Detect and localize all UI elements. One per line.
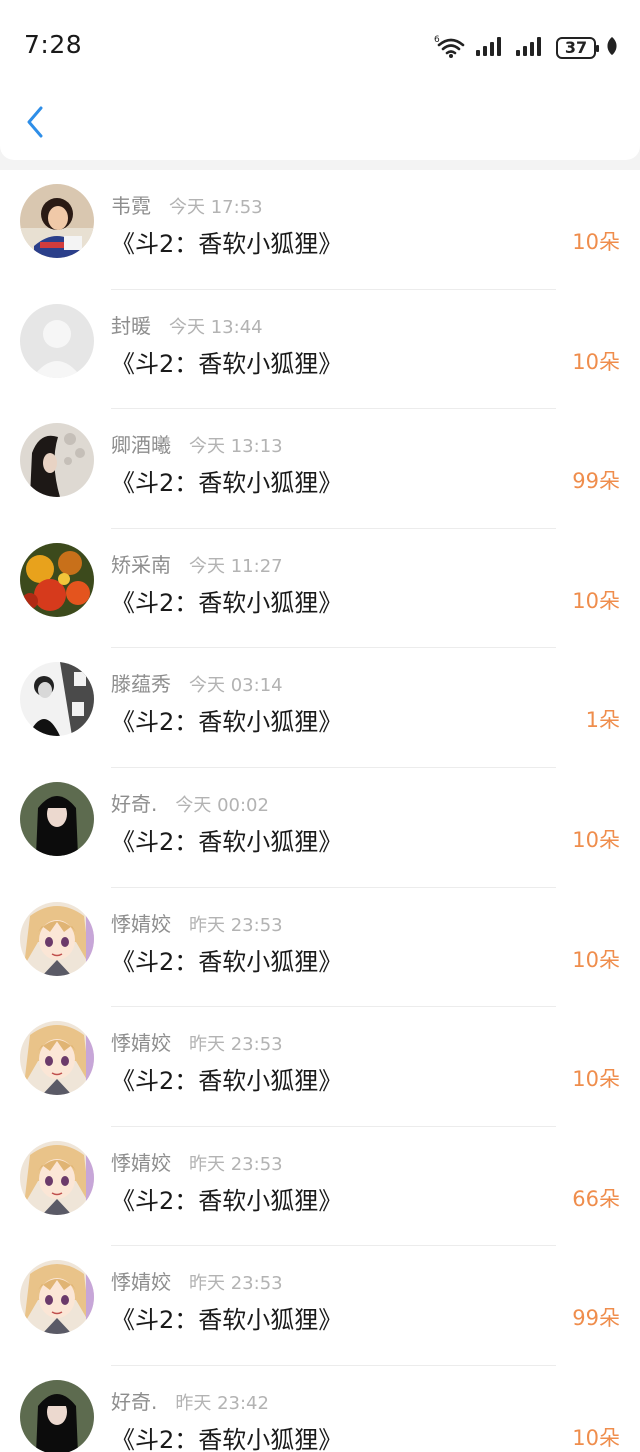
list-item[interactable]: 封暖 今天 13:44 《斗2：香软小狐狸》 10朵 bbox=[0, 290, 640, 410]
name-line: 韦霓 今天 17:53 bbox=[111, 190, 263, 219]
item-title: 《斗2：香软小狐狸》 bbox=[111, 947, 343, 976]
item-title: 《斗2：香软小狐狸》 bbox=[111, 588, 343, 617]
flower-amount: 10朵 bbox=[572, 1067, 620, 1092]
flower-amount: 99朵 bbox=[572, 469, 620, 494]
screen: 7:28 6 37 韦霓 今天 17:53 《斗2：香软小狐狸》 10朵 封暖 … bbox=[0, 0, 640, 1452]
avatar[interactable] bbox=[20, 662, 94, 737]
name-line: 好奇. 今天 00:02 bbox=[111, 788, 269, 817]
back-button[interactable] bbox=[20, 104, 50, 144]
avatar[interactable] bbox=[20, 781, 94, 856]
list-item[interactable]: 悸婧姣 昨天 23:53 《斗2：香软小狐狸》 66朵 bbox=[0, 1127, 640, 1247]
user-name[interactable]: 悸婧姣 bbox=[111, 1147, 171, 1176]
name-line: 矫采南 今天 11:27 bbox=[111, 549, 283, 578]
flower-amount: 66朵 bbox=[572, 1186, 620, 1211]
avatar[interactable] bbox=[20, 901, 94, 976]
list-item[interactable]: 悸婧姣 昨天 23:53 《斗2：香软小狐狸》 99朵 bbox=[0, 1246, 640, 1366]
name-line: 滕蕴秀 今天 03:14 bbox=[111, 668, 283, 697]
item-title: 《斗2：香软小狐狸》 bbox=[111, 1306, 343, 1335]
chevron-left-icon bbox=[25, 105, 45, 143]
timestamp: 今天 13:13 bbox=[189, 436, 283, 458]
name-line: 封暖 今天 13:44 bbox=[111, 310, 263, 339]
name-line: 悸婧姣 昨天 23:53 bbox=[111, 1147, 283, 1176]
item-title: 《斗2：香软小狐狸》 bbox=[111, 827, 343, 856]
item-title: 《斗2：香软小狐狸》 bbox=[111, 230, 343, 258]
item-title: 《斗2：香软小狐狸》 bbox=[111, 349, 343, 378]
item-title: 《斗2：香软小狐狸》 bbox=[111, 1425, 343, 1452]
flower-amount: 10朵 bbox=[572, 588, 620, 613]
timestamp: 昨天 23:42 bbox=[175, 1392, 269, 1414]
user-name[interactable]: 悸婧姣 bbox=[111, 908, 171, 937]
user-name[interactable]: 封暖 bbox=[111, 310, 151, 339]
user-name[interactable]: 韦霓 bbox=[111, 190, 151, 219]
top-header: 7:28 6 37 bbox=[0, 0, 640, 160]
flower-amount: 10朵 bbox=[572, 947, 620, 972]
status-icons: 6 37 bbox=[434, 34, 618, 62]
battery-icon: 37 bbox=[556, 37, 599, 59]
avatar[interactable] bbox=[20, 423, 94, 498]
timestamp: 今天 03:14 bbox=[189, 675, 283, 697]
avatar[interactable] bbox=[20, 184, 94, 258]
list-item[interactable]: 悸婧姣 昨天 23:53 《斗2：香软小狐狸》 10朵 bbox=[0, 1007, 640, 1127]
leaf-icon bbox=[606, 36, 618, 60]
name-line: 悸婧姣 昨天 23:53 bbox=[111, 1266, 283, 1295]
list-item[interactable]: 悸婧姣 昨天 23:53 《斗2：香软小狐狸》 10朵 bbox=[0, 888, 640, 1008]
avatar[interactable] bbox=[20, 1021, 94, 1096]
list-item[interactable]: 好奇. 今天 00:02 《斗2：香软小狐狸》 10朵 bbox=[0, 768, 640, 888]
list-item[interactable]: 好奇. 昨天 23:42 《斗2：香软小狐狸》 10朵 bbox=[0, 1366, 640, 1452]
flower-amount: 10朵 bbox=[572, 349, 620, 374]
item-title: 《斗2：香软小狐狸》 bbox=[111, 1186, 343, 1215]
user-name[interactable]: 好奇. bbox=[111, 1386, 157, 1415]
list-item[interactable]: 矫采南 今天 11:27 《斗2：香软小狐狸》 10朵 bbox=[0, 529, 640, 649]
user-name[interactable]: 矫采南 bbox=[111, 549, 171, 578]
gift-record-list: 韦霓 今天 17:53 《斗2：香软小狐狸》 10朵 封暖 今天 13:44 《斗2：香软小… bbox=[0, 170, 640, 1452]
item-title: 《斗2：香软小狐狸》 bbox=[111, 1067, 343, 1096]
list-item[interactable]: 卿酒曦 今天 13:13 《斗2：香软小狐狸》 99朵 bbox=[0, 409, 640, 529]
timestamp: 昨天 23:53 bbox=[189, 1034, 283, 1056]
user-name[interactable]: 卿酒曦 bbox=[111, 429, 171, 458]
flower-amount: 10朵 bbox=[572, 1425, 620, 1450]
avatar[interactable] bbox=[20, 542, 94, 617]
timestamp: 昨天 23:53 bbox=[189, 1273, 283, 1295]
name-line: 卿酒曦 今天 13:13 bbox=[111, 429, 283, 458]
wifi-6-icon: 6 bbox=[434, 33, 466, 63]
list-item[interactable]: 滕蕴秀 今天 03:14 《斗2：香软小狐狸》 1朵 bbox=[0, 648, 640, 768]
avatar[interactable] bbox=[20, 1140, 94, 1215]
flower-amount: 10朵 bbox=[572, 827, 620, 852]
user-name[interactable]: 滕蕴秀 bbox=[111, 668, 171, 697]
timestamp: 今天 00:02 bbox=[175, 794, 269, 816]
cell-signal-icon bbox=[476, 35, 506, 61]
name-line: 悸婧姣 昨天 23:53 bbox=[111, 1027, 283, 1056]
avatar[interactable] bbox=[20, 1260, 94, 1335]
timestamp: 今天 11:27 bbox=[189, 555, 283, 577]
user-name[interactable]: 悸婧姣 bbox=[111, 1027, 171, 1056]
timestamp: 昨天 23:53 bbox=[189, 1153, 283, 1175]
timestamp: 昨天 23:53 bbox=[189, 914, 283, 936]
cell-signal-icon bbox=[516, 35, 546, 61]
item-title: 《斗2：香软小狐狸》 bbox=[111, 708, 343, 737]
flower-amount: 99朵 bbox=[572, 1306, 620, 1331]
name-line: 好奇. 昨天 23:42 bbox=[111, 1386, 269, 1415]
timestamp: 今天 13:44 bbox=[169, 316, 263, 338]
status-time: 7:28 bbox=[24, 30, 83, 59]
user-name[interactable]: 悸婧姣 bbox=[111, 1266, 171, 1295]
timestamp: 今天 17:53 bbox=[169, 197, 263, 218]
list-item[interactable]: 韦霓 今天 17:53 《斗2：香软小狐狸》 10朵 bbox=[0, 170, 640, 290]
flower-amount: 1朵 bbox=[585, 708, 620, 733]
user-name[interactable]: 好奇. bbox=[111, 788, 157, 817]
avatar[interactable] bbox=[20, 1379, 94, 1452]
item-title: 《斗2：香软小狐狸》 bbox=[111, 469, 343, 498]
flower-amount: 10朵 bbox=[572, 230, 620, 254]
name-line: 悸婧姣 昨天 23:53 bbox=[111, 908, 283, 937]
avatar[interactable] bbox=[20, 303, 94, 378]
